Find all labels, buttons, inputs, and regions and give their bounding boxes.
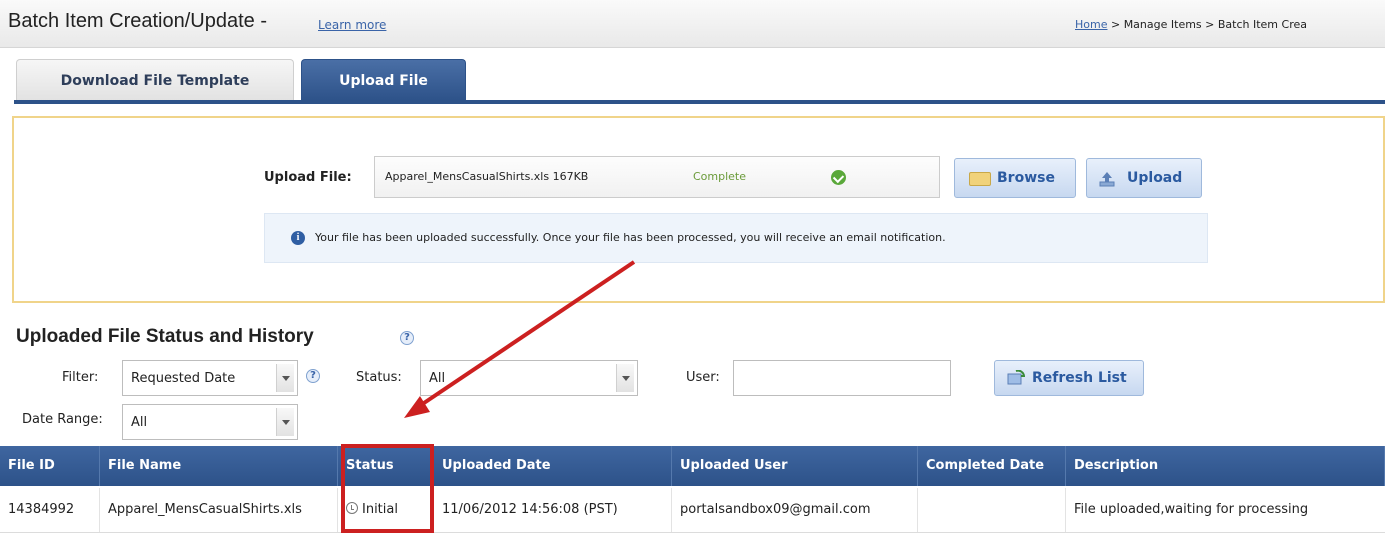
column-header-description[interactable]: Description [1066, 446, 1385, 486]
status-label: Status: [356, 370, 402, 385]
check-circle-icon [831, 170, 846, 185]
info-message-text: Your file has been uploaded successfully… [315, 231, 946, 244]
filter-select[interactable]: Requested Date [122, 360, 298, 396]
status-select[interactable]: All [420, 360, 638, 396]
browse-button[interactable]: Browse [954, 158, 1076, 198]
upload-file-field[interactable]: Apparel_MensCasualShirts.xls 167KB Compl… [374, 156, 940, 198]
chevron-down-icon [276, 408, 294, 436]
title-bar: Batch Item Creation/Update - Learn more … [0, 0, 1385, 48]
filter-select-value: Requested Date [131, 371, 236, 386]
upload-success-message: i Your file has been uploaded successful… [264, 213, 1208, 263]
date-range-select-value: All [131, 415, 148, 430]
column-header-uploaded-date[interactable]: Uploaded Date [434, 446, 672, 486]
cell-description: File uploaded,waiting for processing [1074, 502, 1309, 517]
filter-help-icon[interactable]: ? [306, 369, 320, 383]
upload-status-text: Complete [693, 170, 747, 183]
chevron-down-icon [276, 364, 294, 392]
upload-file-label: Upload File: [264, 170, 352, 185]
status-select-value: All [429, 371, 446, 386]
refresh-icon [1007, 370, 1025, 385]
table-row[interactable]: 14384992 Apparel_MensCasualShirts.xls In… [0, 488, 1385, 533]
folder-icon [969, 172, 991, 186]
uploaded-file-name: Apparel_MensCasualShirts.xls 167KB [385, 170, 589, 183]
filter-label: Filter: [62, 370, 99, 385]
help-icon[interactable]: ? [400, 331, 414, 345]
cell-file-id: 14384992 [0, 488, 100, 532]
tab-bar: Download File Template Upload File [0, 55, 1385, 104]
cell-uploaded-date: 11/06/2012 14:56:08 (PST) [434, 488, 672, 532]
date-range-label: Date Range: [22, 412, 103, 427]
cell-completed-date [918, 488, 1066, 532]
cell-file-name: Apparel_MensCasualShirts.xls [100, 488, 338, 532]
browse-button-label: Browse [997, 170, 1055, 186]
tab-underline [14, 100, 1385, 104]
upload-button-label: Upload [1127, 170, 1183, 186]
chevron-down-icon [616, 364, 634, 392]
upload-button[interactable]: Upload [1086, 158, 1202, 198]
cell-uploaded-user: portalsandbox09@gmail.com [672, 488, 918, 532]
tab-download-file-template[interactable]: Download File Template [16, 59, 294, 101]
table-header-row: File ID File Name Status Uploaded Date U… [0, 446, 1385, 486]
refresh-list-button[interactable]: Refresh List [994, 360, 1144, 396]
user-label: User: [686, 370, 720, 385]
page-title: Batch Item Creation/Update - [8, 10, 268, 32]
column-header-uploaded-user[interactable]: Uploaded User [672, 446, 918, 486]
user-input[interactable] [733, 360, 951, 396]
column-header-file-name[interactable]: File Name [100, 446, 338, 486]
status-highlight-box [341, 444, 434, 533]
column-header-completed-date[interactable]: Completed Date [918, 446, 1066, 486]
column-header-file-id[interactable]: File ID [0, 446, 100, 486]
upload-panel: Upload File: Apparel_MensCasualShirts.xl… [12, 116, 1385, 303]
upload-icon [1099, 172, 1115, 187]
breadcrumb-path: > Manage Items > Batch Item Crea [1107, 18, 1307, 31]
breadcrumb-home-link[interactable]: Home [1075, 18, 1107, 31]
date-range-select[interactable]: All [122, 404, 298, 440]
breadcrumb: Home > Manage Items > Batch Item Crea [1075, 18, 1307, 31]
refresh-list-label: Refresh List [1032, 370, 1127, 386]
learn-more-link[interactable]: Learn more [318, 18, 386, 32]
history-section-title: Uploaded File Status and History [16, 326, 314, 347]
tab-upload-file[interactable]: Upload File [301, 59, 466, 101]
info-icon: i [291, 231, 305, 245]
